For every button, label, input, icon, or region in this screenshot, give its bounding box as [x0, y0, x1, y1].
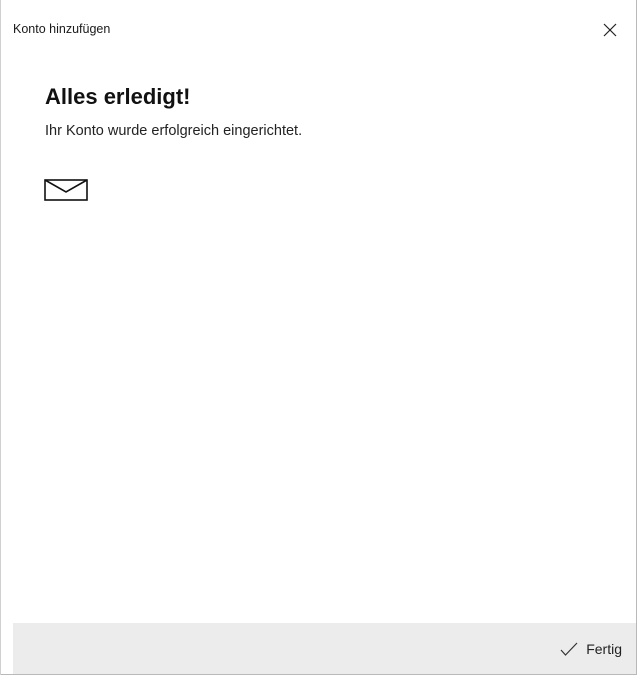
mail-icon [44, 179, 88, 201]
window-title: Konto hinzufügen [13, 22, 111, 36]
window-border [0, 0, 1, 675]
close-button[interactable] [584, 12, 636, 48]
checkmark-icon [560, 642, 578, 656]
main-content: Alles erledigt! Ihr Konto wurde erfolgre… [45, 83, 605, 141]
close-icon [603, 23, 617, 37]
done-button-label: Fertig [586, 641, 622, 657]
status-message: Ihr Konto wurde erfolgreich eingerichtet… [45, 123, 303, 139]
add-account-dialog: Konto hinzufügen Alles erledigt! Ihr Kon… [0, 0, 637, 675]
done-button[interactable]: Fertig [558, 636, 624, 662]
footer-bar: Fertig [13, 623, 636, 674]
title-bar: Konto hinzufügen [0, 0, 636, 60]
page-title: Alles erledigt! [45, 84, 191, 109]
